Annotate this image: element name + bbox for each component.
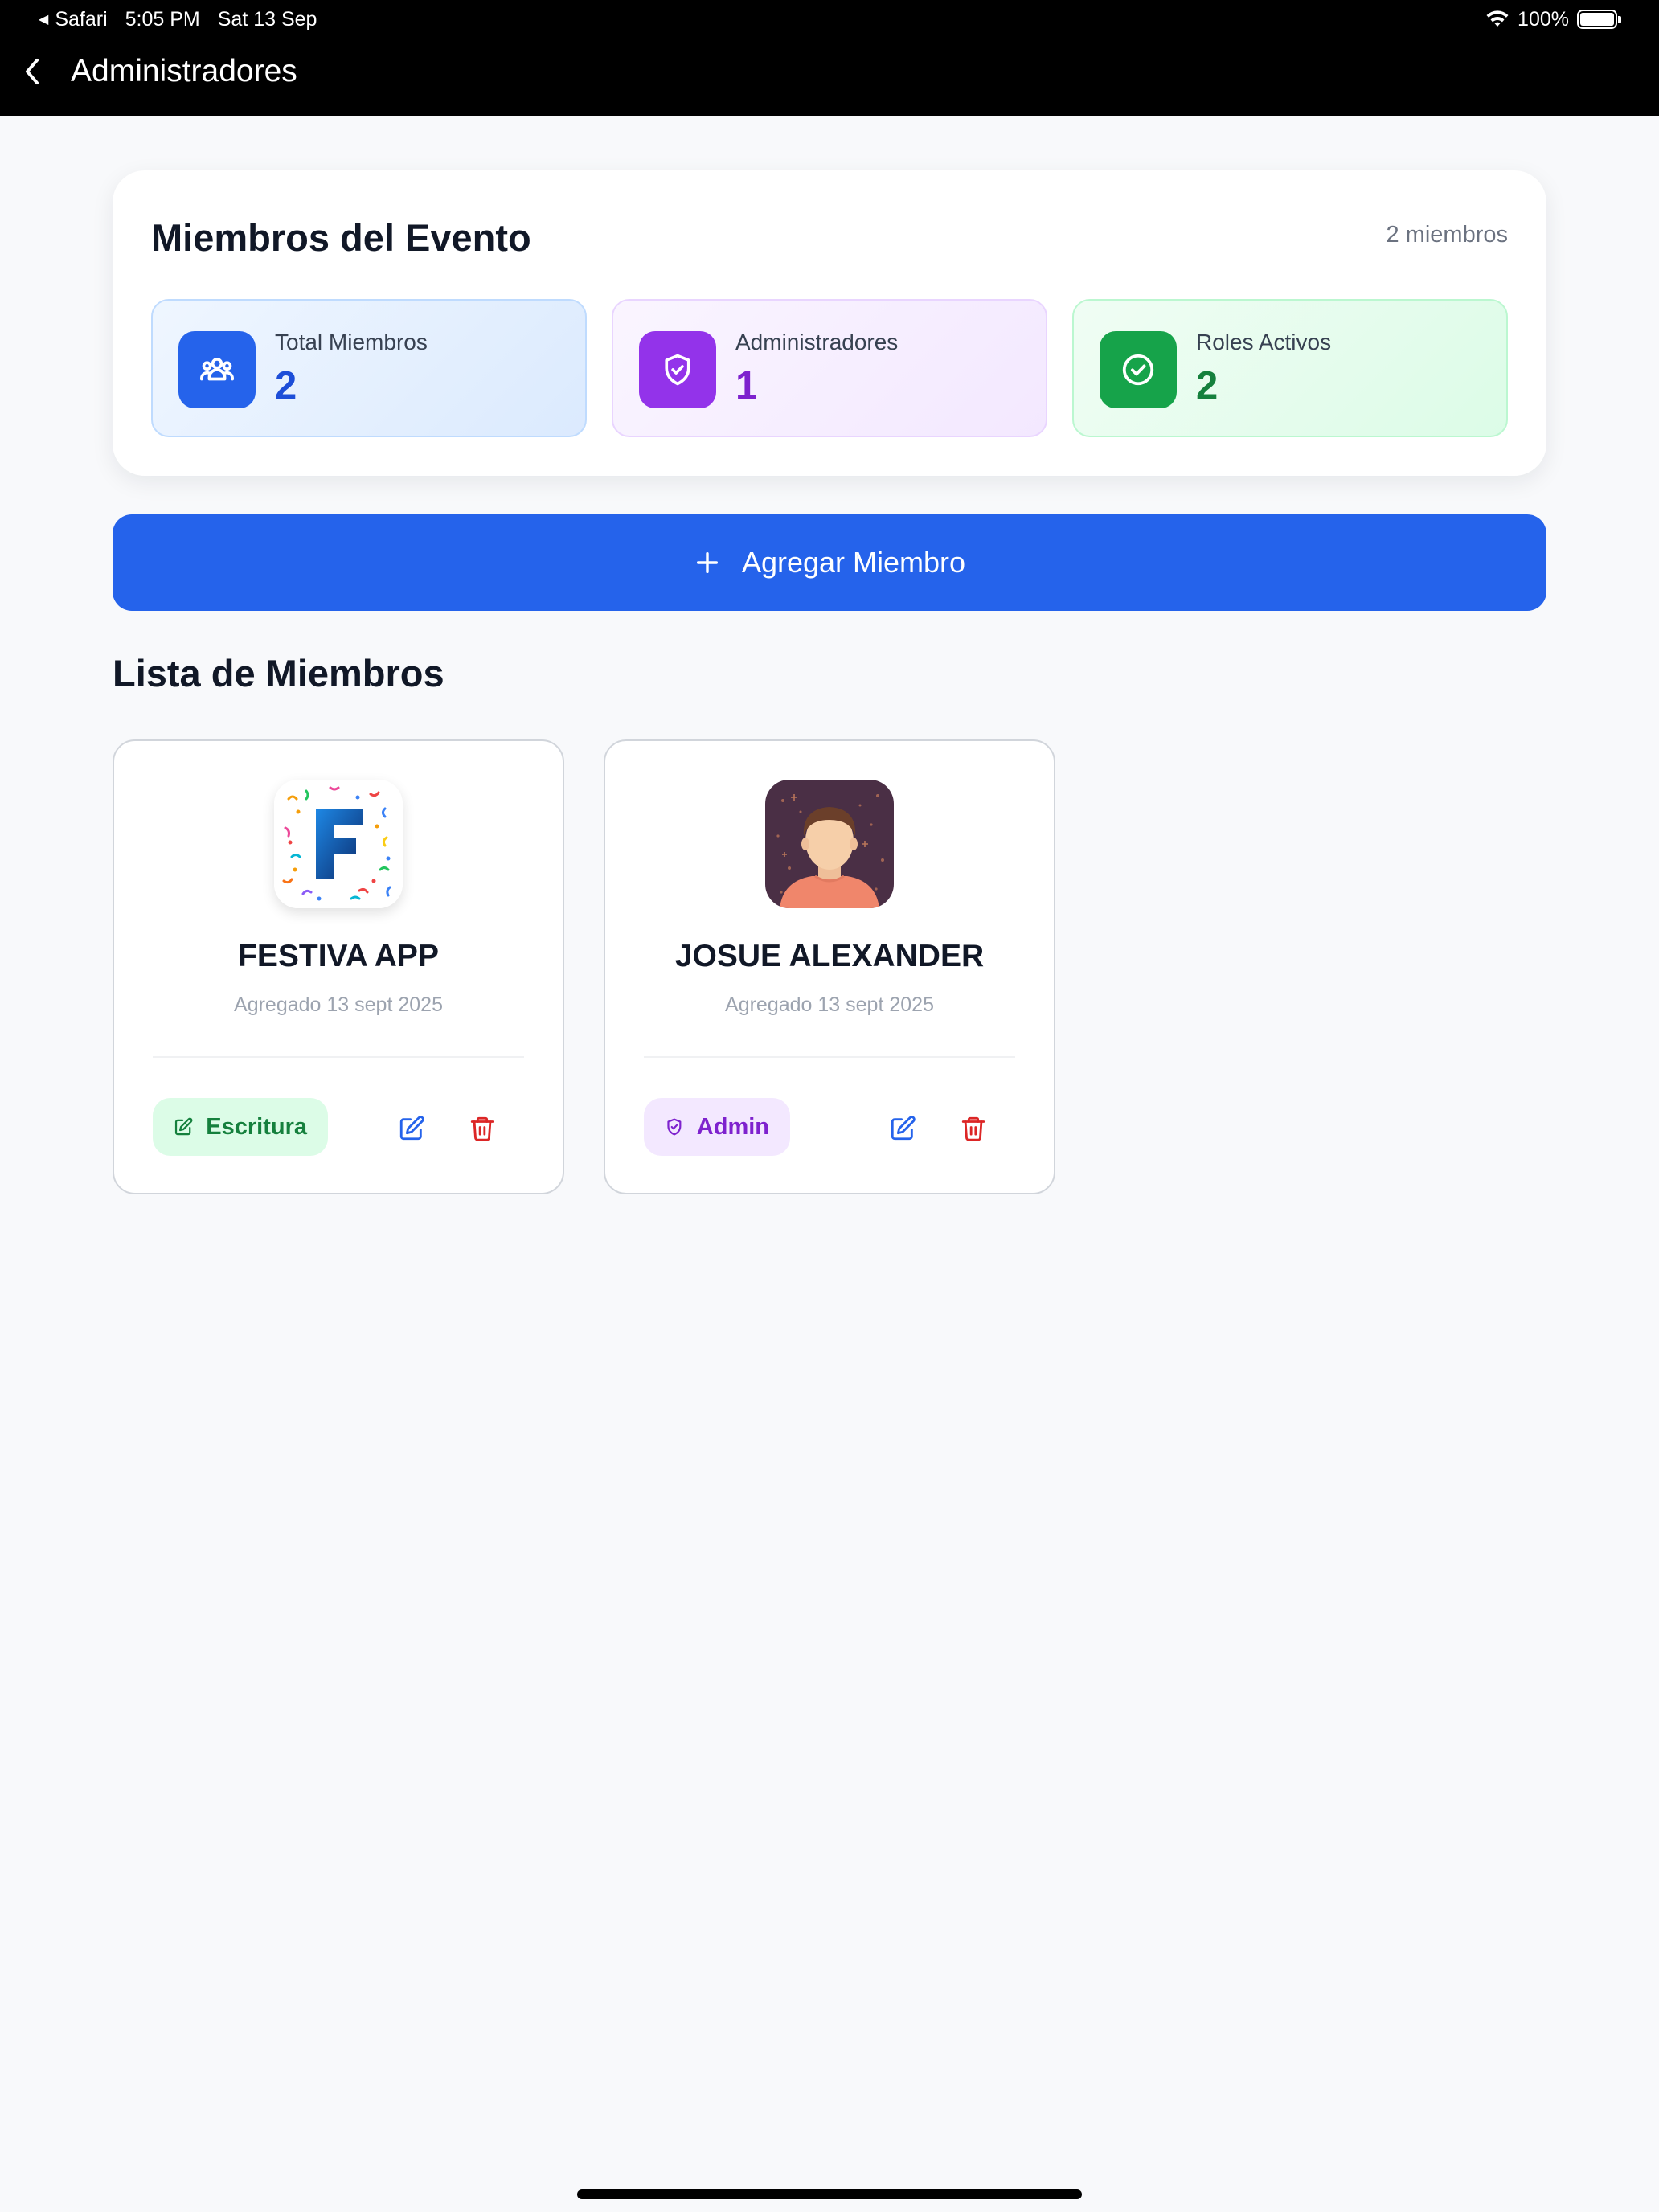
shield-icon (639, 331, 716, 408)
users-icon (178, 331, 256, 408)
edit-member-button[interactable] (392, 1109, 431, 1148)
stat-value: 1 (735, 364, 758, 408)
stat-administrators: Administradores 1 (612, 299, 1047, 437)
trash-icon (470, 1116, 494, 1141)
member-name: JOSUE ALEXANDER (674, 939, 985, 973)
status-bar-left: ◀ Safari 5:05 PM Sat 13 Sep (39, 6, 317, 32)
summary-title: Miembros del Evento (151, 216, 531, 259)
shield-icon (667, 1118, 682, 1136)
festiva-logo-avatar (274, 780, 403, 908)
edit-square-icon (174, 1117, 193, 1136)
trash-icon (961, 1116, 985, 1141)
member-card: FESTIVA APP Agregado 13 sept 2025 Escrit… (113, 739, 564, 1194)
role-label: Admin (696, 1113, 769, 1140)
delete-member-button[interactable] (954, 1109, 993, 1148)
divider (153, 1056, 524, 1058)
chevron-left-icon (26, 59, 39, 84)
role-badge: Admin (644, 1098, 790, 1156)
members-list-title: Lista de Miembros (113, 652, 444, 694)
back-button[interactable] (0, 43, 64, 100)
back-to-app-label[interactable]: Safari (55, 8, 107, 31)
stat-label: Roles Activos (1196, 330, 1332, 354)
edit-member-button[interactable] (883, 1109, 922, 1148)
stat-label: Total Miembros (275, 330, 428, 354)
member-name: FESTIVA APP (238, 939, 439, 973)
top-bar: ◀ Safari 5:05 PM Sat 13 Sep 100% Adminis… (0, 0, 1659, 116)
wifi-icon (1486, 10, 1509, 27)
stat-value: 2 (1196, 364, 1219, 408)
status-time: 5:05 PM (125, 7, 200, 31)
navigation-bar: Administradores (0, 43, 1659, 100)
battery-fill (1580, 13, 1614, 26)
stat-total-members: Total Miembros 2 (151, 299, 587, 437)
add-member-label: Agregar Miembro (741, 546, 966, 579)
add-member-button[interactable]: Agregar Miembro (113, 514, 1546, 611)
check-circle-icon (1100, 331, 1177, 408)
status-date: Sat 13 Sep (217, 7, 317, 31)
battery-icon (1577, 10, 1621, 29)
battery-percent: 100% (1518, 7, 1569, 31)
back-to-app-icon[interactable]: ◀ (39, 11, 48, 27)
member-added-date: Agregado 13 sept 2025 (234, 993, 443, 1016)
member-added-date: Agregado 13 sept 2025 (725, 993, 934, 1016)
role-label: Escritura (206, 1113, 307, 1140)
page-title: Administradores (71, 54, 297, 88)
stat-active-roles: Roles Activos 2 (1072, 299, 1508, 437)
member-count: 2 miembros (1386, 222, 1509, 248)
members-summary-card: Miembros del Evento 2 miembros Total Mie… (113, 170, 1546, 476)
divider (644, 1056, 1015, 1058)
edit-icon (399, 1116, 424, 1141)
status-bar-right: 100% (1485, 6, 1621, 32)
stat-label: Administradores (735, 330, 899, 354)
member-card: JOSUE ALEXANDER Agregado 13 sept 2025 Ad… (604, 739, 1055, 1194)
home-indicator[interactable] (577, 2189, 1082, 2199)
edit-icon (891, 1116, 916, 1141)
delete-member-button[interactable] (463, 1109, 502, 1148)
role-badge: Escritura (153, 1098, 328, 1156)
person-avatar (765, 780, 894, 908)
plus-icon (696, 551, 718, 574)
stat-value: 2 (275, 364, 297, 408)
